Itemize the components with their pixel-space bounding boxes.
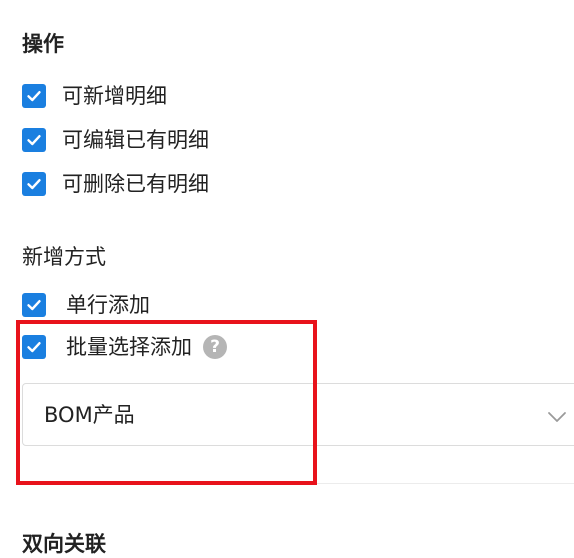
checkbox-single-row-add[interactable]: 单行添加 [22, 291, 150, 319]
checkbox-checked-icon[interactable] [22, 128, 46, 152]
checkbox-add-detail[interactable]: 可新增明细 [22, 82, 167, 110]
add-mode-title: 新增方式 [22, 245, 106, 269]
question-circle-icon[interactable]: ? [203, 335, 227, 359]
chevron-down-icon[interactable] [547, 408, 567, 427]
checkbox-label: 可编辑已有明细 [62, 128, 209, 152]
checkbox-delete-detail[interactable]: 可删除已有明细 [22, 170, 209, 198]
batch-source-select[interactable]: BOM产品 [22, 383, 574, 446]
checkbox-checked-icon[interactable] [22, 335, 46, 359]
checkbox-label: 单行添加 [66, 293, 150, 317]
section-divider [22, 483, 574, 484]
checkbox-label: 可删除已有明细 [62, 172, 209, 196]
bidirectional-link-title: 双向关联 [22, 532, 106, 556]
checkbox-checked-icon[interactable] [22, 293, 46, 317]
checkbox-edit-detail[interactable]: 可编辑已有明细 [22, 126, 209, 154]
checkbox-label: 可新增明细 [62, 84, 167, 108]
checkbox-batch-select-add[interactable]: 批量选择添加 ? [22, 333, 227, 361]
checkbox-checked-icon[interactable] [22, 84, 46, 108]
checkbox-label: 批量选择添加 [66, 335, 192, 359]
operations-title: 操作 [22, 32, 64, 56]
checkbox-checked-icon[interactable] [22, 172, 46, 196]
select-value: BOM产品 [44, 403, 135, 427]
